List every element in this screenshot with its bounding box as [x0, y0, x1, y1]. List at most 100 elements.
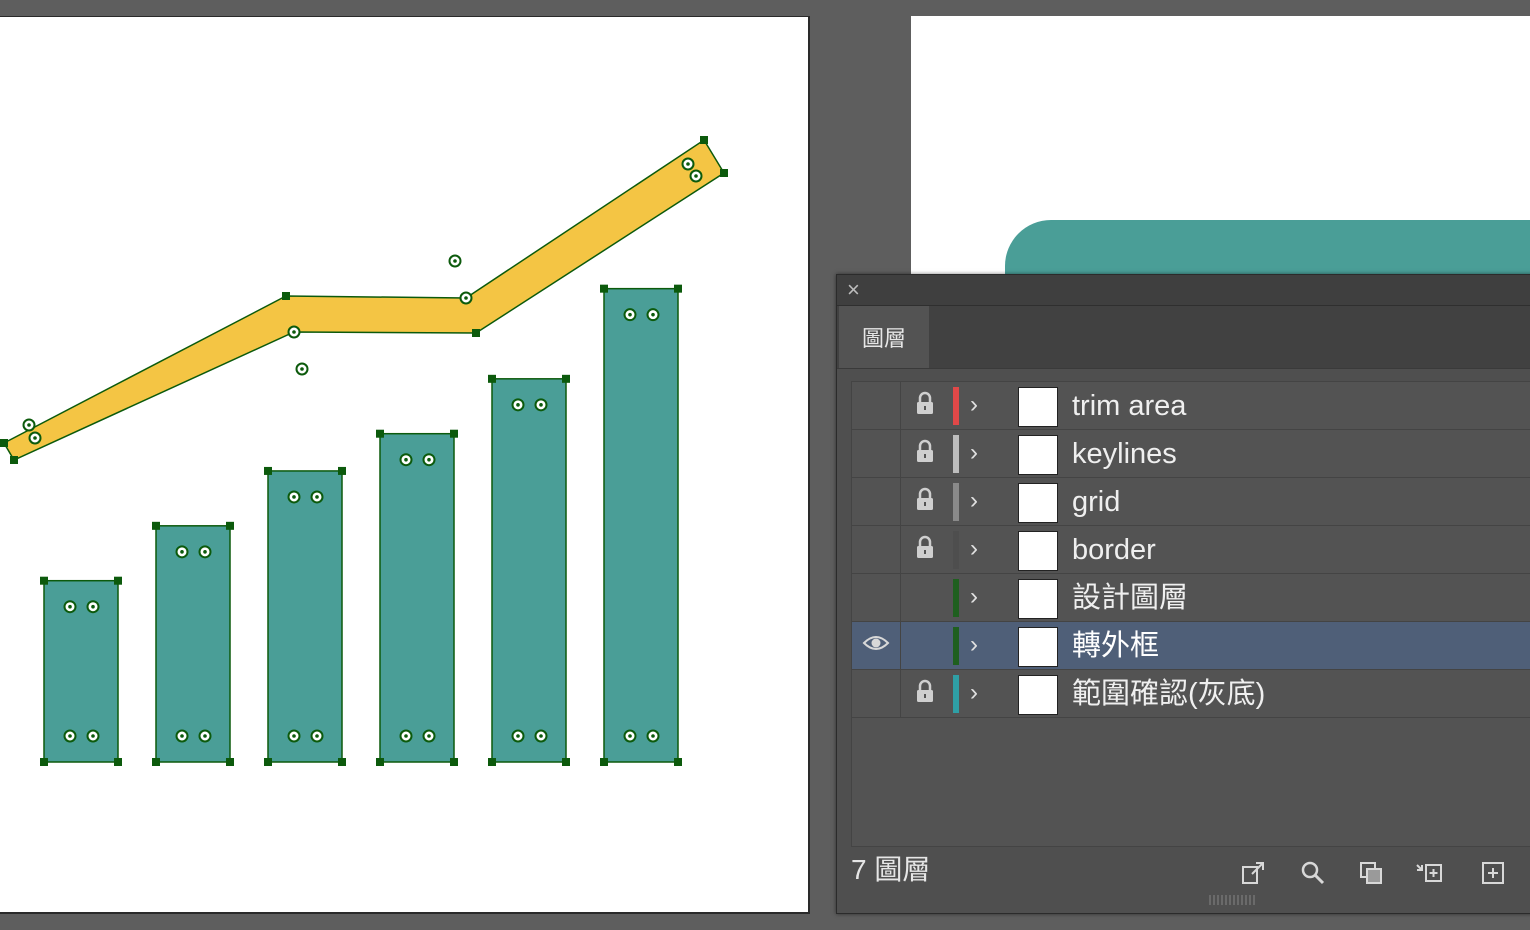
- anchor-point[interactable]: [264, 466, 272, 475]
- visibility-toggle[interactable]: [852, 382, 901, 429]
- resize-grip[interactable]: [1209, 895, 1255, 905]
- corner-widget-dot[interactable]: [315, 734, 319, 738]
- search-icon[interactable]: [1299, 859, 1327, 887]
- visibility-toggle[interactable]: [852, 574, 901, 621]
- anchor-point[interactable]: [226, 758, 234, 766]
- chevron-right-icon[interactable]: ›: [970, 532, 978, 566]
- anchor-point[interactable]: [40, 758, 48, 766]
- tab-layers[interactable]: 圖層: [839, 306, 929, 368]
- corner-widget-dot[interactable]: [453, 259, 457, 263]
- corner-widget-dot[interactable]: [33, 436, 37, 440]
- corner-widget-dot[interactable]: [180, 550, 184, 554]
- anchor-point[interactable]: [114, 758, 122, 766]
- lock-toggle[interactable]: [901, 670, 949, 717]
- export-icon[interactable]: [1239, 859, 1267, 887]
- anchor-point[interactable]: [674, 758, 682, 766]
- corner-widget-dot[interactable]: [539, 734, 543, 738]
- anchor-point[interactable]: [600, 284, 608, 293]
- corner-widget-dot[interactable]: [628, 312, 632, 317]
- corner-widget-dot[interactable]: [651, 312, 655, 317]
- anchor-point[interactable]: [0, 439, 8, 447]
- anchor-point[interactable]: [674, 284, 682, 293]
- layer-row[interactable]: › keylines: [852, 430, 1530, 478]
- anchor-point[interactable]: [488, 374, 496, 383]
- chevron-right-icon[interactable]: ›: [970, 436, 978, 470]
- chevron-right-icon[interactable]: ›: [970, 676, 978, 710]
- bar[interactable]: [491, 378, 567, 763]
- anchor-point[interactable]: [40, 576, 48, 585]
- corner-widget-dot[interactable]: [300, 367, 304, 371]
- chart-artwork[interactable]: [0, 17, 808, 912]
- anchor-point[interactable]: [226, 521, 234, 530]
- corner-widget-dot[interactable]: [694, 174, 698, 178]
- corner-widget-dot[interactable]: [628, 734, 632, 738]
- anchor-point[interactable]: [152, 758, 160, 766]
- corner-widget-dot[interactable]: [68, 734, 72, 738]
- chevron-right-icon[interactable]: ›: [970, 388, 978, 422]
- anchor-point[interactable]: [488, 758, 496, 766]
- visibility-toggle[interactable]: [852, 622, 901, 669]
- anchor-point[interactable]: [338, 758, 346, 766]
- close-icon[interactable]: ×: [847, 279, 860, 301]
- anchor-point[interactable]: [450, 429, 458, 438]
- lock-toggle[interactable]: [901, 622, 949, 669]
- corner-widget-dot[interactable]: [91, 734, 95, 738]
- anchor-point[interactable]: [282, 292, 290, 300]
- anchor-point[interactable]: [114, 576, 122, 585]
- corner-widget-dot[interactable]: [404, 457, 408, 462]
- lock-toggle[interactable]: [901, 526, 949, 573]
- bar[interactable]: [43, 579, 119, 763]
- anchor-point[interactable]: [562, 374, 570, 383]
- second-artboard[interactable]: [911, 16, 1530, 340]
- new-layer-icon[interactable]: [1479, 859, 1507, 887]
- corner-widget-dot[interactable]: [427, 457, 431, 462]
- chevron-right-icon[interactable]: ›: [970, 628, 978, 662]
- visibility-toggle[interactable]: [852, 430, 901, 477]
- lock-toggle[interactable]: [901, 430, 949, 477]
- anchor-point[interactable]: [264, 758, 272, 766]
- anchor-point[interactable]: [152, 521, 160, 530]
- anchor-point[interactable]: [376, 758, 384, 766]
- bar[interactable]: [379, 432, 455, 763]
- canvas-artboard[interactable]: [0, 16, 810, 914]
- corner-widget-dot[interactable]: [203, 734, 207, 738]
- corner-widget-dot[interactable]: [464, 296, 468, 300]
- corner-widget-dot[interactable]: [539, 403, 543, 407]
- corner-widget-dot[interactable]: [516, 734, 520, 738]
- corner-widget-dot[interactable]: [516, 403, 520, 407]
- lock-toggle[interactable]: [901, 574, 949, 621]
- chevron-right-icon[interactable]: ›: [970, 484, 978, 518]
- anchor-point[interactable]: [450, 758, 458, 766]
- corner-widget-dot[interactable]: [292, 734, 296, 738]
- corner-widget-dot[interactable]: [68, 604, 72, 609]
- corner-widget-dot[interactable]: [315, 495, 319, 499]
- visibility-toggle[interactable]: [852, 670, 901, 717]
- layer-row[interactable]: › border: [852, 526, 1530, 574]
- anchor-point[interactable]: [338, 466, 346, 475]
- visibility-toggle[interactable]: [852, 478, 901, 525]
- bar[interactable]: [155, 525, 231, 763]
- anchor-point[interactable]: [600, 758, 608, 766]
- layer-row[interactable]: › trim area: [852, 382, 1530, 430]
- corner-widget-dot[interactable]: [91, 604, 95, 609]
- chevron-right-icon[interactable]: ›: [970, 580, 978, 614]
- corner-widget-dot[interactable]: [651, 734, 655, 738]
- anchor-point[interactable]: [376, 429, 384, 438]
- layer-row[interactable]: › 設計圖層: [852, 574, 1530, 622]
- lock-toggle[interactable]: [901, 478, 949, 525]
- corner-widget-dot[interactable]: [27, 423, 31, 427]
- corner-widget-dot[interactable]: [686, 162, 690, 166]
- anchor-point[interactable]: [472, 329, 480, 337]
- clipping-mask-icon[interactable]: [1357, 859, 1385, 887]
- bar[interactable]: [603, 287, 679, 763]
- corner-widget-dot[interactable]: [404, 734, 408, 738]
- layer-row[interactable]: › 轉外框: [852, 622, 1530, 670]
- anchor-point[interactable]: [700, 136, 708, 144]
- corner-widget-dot[interactable]: [427, 734, 431, 738]
- corner-widget-dot[interactable]: [180, 734, 184, 738]
- anchor-point[interactable]: [562, 758, 570, 766]
- corner-widget-dot[interactable]: [292, 495, 296, 499]
- anchor-point[interactable]: [720, 169, 728, 177]
- lock-toggle[interactable]: [901, 382, 949, 429]
- corner-widget-dot[interactable]: [203, 550, 207, 554]
